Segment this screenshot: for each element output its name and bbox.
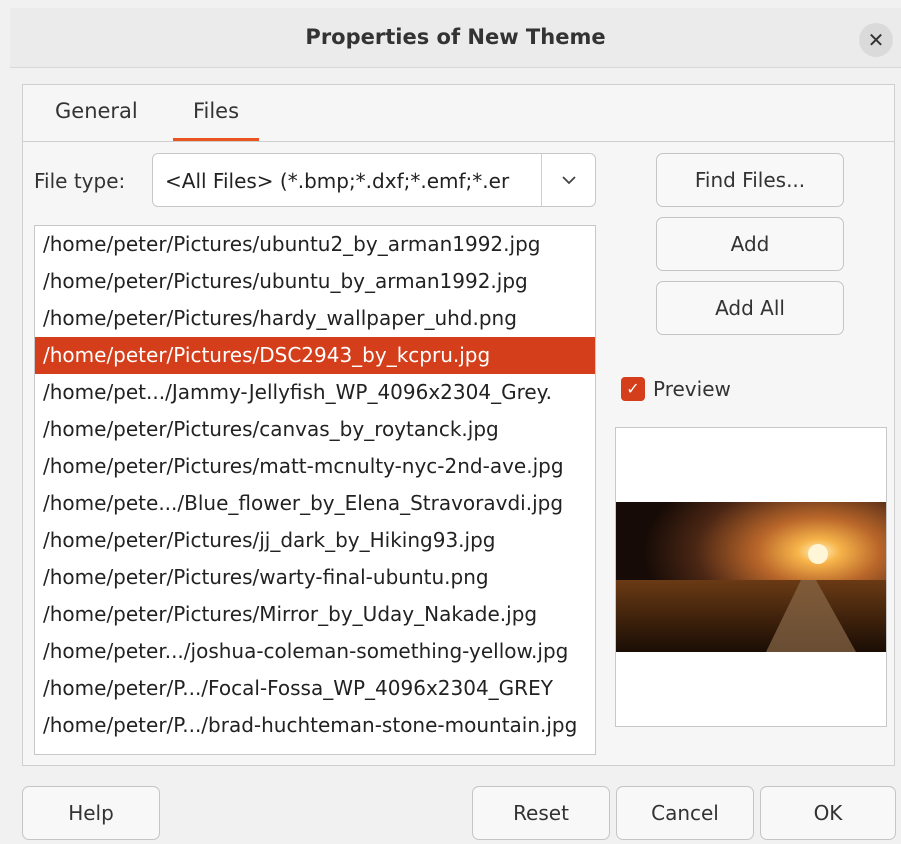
tab-panel: General Files File type: <All Files> (*.… xyxy=(22,84,895,766)
file-list[interactable]: /home/peter/Pictures/ubuntu2_by_arman199… xyxy=(34,225,596,755)
preview-pane xyxy=(615,427,887,727)
file-list-item[interactable]: /home/peter/P.../brad-huchteman-stone-mo… xyxy=(35,707,595,744)
tab-bar: General Files xyxy=(23,85,894,142)
file-type-label: File type: xyxy=(34,169,126,193)
chevron-down-icon[interactable] xyxy=(542,154,595,206)
preview-image xyxy=(616,502,886,652)
file-type-select[interactable]: <All Files> (*.bmp;*.dxf;*.emf;*.er xyxy=(152,153,596,207)
tab-general[interactable]: General xyxy=(55,99,138,141)
dialog-title: Properties of New Theme xyxy=(305,25,606,49)
file-list-item[interactable]: /home/peter.../joshua-coleman-something-… xyxy=(35,633,595,670)
file-list-item[interactable]: /home/peter/Pictures/matt-mcnulty-nyc-2n… xyxy=(35,448,595,485)
file-list-item[interactable]: /home/peter/Pictures/ubuntu_by_arman1992… xyxy=(35,263,595,300)
close-icon[interactable]: ✕ xyxy=(859,23,893,57)
theme-properties-dialog: Properties of New Theme ✕ General Files … xyxy=(0,0,901,844)
file-list-item[interactable]: /home/peter/Pictures/canvas_by_roytanck.… xyxy=(35,411,595,448)
find-files-button[interactable]: Find Files... xyxy=(656,153,844,207)
cancel-button[interactable]: Cancel xyxy=(616,786,754,840)
file-list-item[interactable]: /home/peter/Pictures/hardy_wallpaper_uhd… xyxy=(35,300,595,337)
file-list-item[interactable]: /home/peter/Pictures/ubuntu2_by_arman199… xyxy=(35,226,595,263)
add-button[interactable]: Add xyxy=(656,217,844,271)
file-type-value: <All Files> (*.bmp;*.dxf;*.emf;*.er xyxy=(165,169,510,193)
tab-files[interactable]: Files xyxy=(173,99,259,141)
file-list-item[interactable]: /home/peter/Pictures/Mirror_by_Uday_Naka… xyxy=(35,596,595,633)
preview-label: Preview xyxy=(653,377,731,401)
title-bar: Properties of New Theme ✕ xyxy=(10,8,901,68)
preview-checkbox[interactable]: ✓ xyxy=(621,377,645,401)
file-list-item[interactable]: /home/peter/Pictures/DSC2943_by_kcpru.jp… xyxy=(35,337,595,374)
tab-files-label: Files xyxy=(192,99,240,123)
file-list-item[interactable]: /home/pet.../Jammy-Jellyfish_WP_4096x230… xyxy=(35,374,595,411)
file-list-item[interactable]: /home/peter/Pictures/warty-final-ubuntu.… xyxy=(35,559,595,596)
ok-button[interactable]: OK xyxy=(760,786,896,840)
help-button[interactable]: Help xyxy=(22,786,160,840)
reset-button[interactable]: Reset xyxy=(472,786,610,840)
file-list-item[interactable]: /home/peter/Pictures/jj_dark_by_Hiking93… xyxy=(35,522,595,559)
file-list-item[interactable]: /home/pete.../Blue_flower_by_Elena_Strav… xyxy=(35,485,595,522)
file-list-item[interactable]: /home/peter/P.../Focal-Fossa_WP_4096x230… xyxy=(35,670,595,707)
active-tab-indicator xyxy=(173,138,259,141)
add-all-button[interactable]: Add All xyxy=(656,281,844,335)
